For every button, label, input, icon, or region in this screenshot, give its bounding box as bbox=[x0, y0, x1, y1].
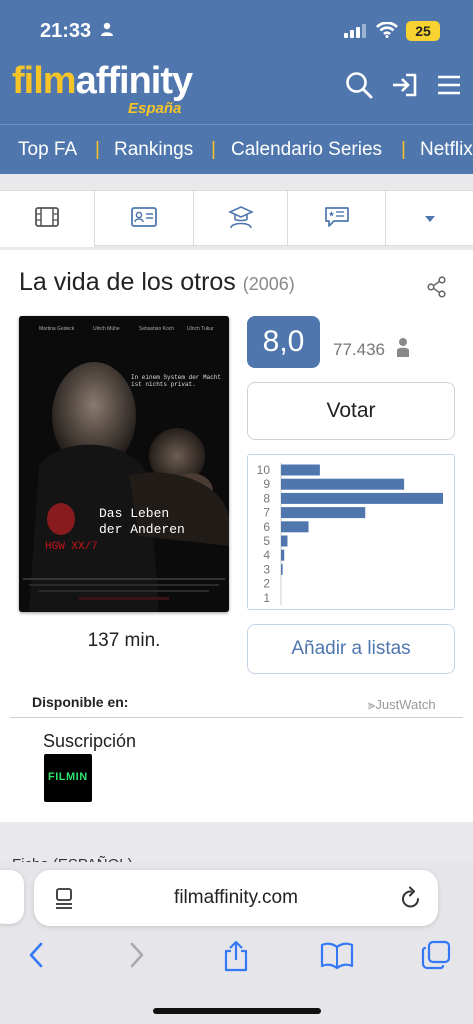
histogram-tick-label: 7 bbox=[263, 506, 270, 520]
histogram-tick-label: 5 bbox=[263, 534, 270, 548]
wifi-icon bbox=[376, 21, 398, 43]
filmaffinity-logo[interactable]: filmaffinity España bbox=[12, 60, 212, 124]
histogram-bar bbox=[281, 535, 288, 547]
nav-separator: | bbox=[95, 139, 100, 160]
movie-title-text: La vida de los otros bbox=[19, 268, 236, 296]
nav-netflix[interactable]: Netflix bbox=[420, 139, 473, 161]
histogram-bar bbox=[281, 464, 320, 476]
poster-name: Ulrich Mühe bbox=[93, 326, 120, 332]
logo-affinity: affinity bbox=[75, 60, 194, 102]
logo-region: España bbox=[128, 100, 182, 117]
movie-year: (2006) bbox=[242, 274, 295, 294]
status-bar: 21:33 25 bbox=[0, 0, 473, 62]
poster-title-line: der Anderen bbox=[99, 522, 185, 537]
reload-icon[interactable] bbox=[400, 886, 422, 915]
tab-film[interactable] bbox=[0, 191, 95, 247]
forward-icon bbox=[127, 940, 147, 975]
user-icon bbox=[396, 337, 410, 362]
signal-icon bbox=[344, 24, 368, 43]
histogram-tick-label: 3 bbox=[263, 562, 270, 576]
tab-critics[interactable] bbox=[194, 191, 288, 247]
tab-more[interactable] bbox=[386, 191, 473, 247]
histogram-bar bbox=[281, 521, 309, 533]
graduation-icon bbox=[227, 205, 254, 234]
poster-name: Sebastian Koch bbox=[139, 326, 175, 332]
tabs-icon[interactable] bbox=[421, 940, 451, 975]
histogram-tick-label: 10 bbox=[257, 463, 271, 477]
menu-icon[interactable] bbox=[436, 70, 468, 102]
film-icon bbox=[35, 206, 59, 232]
filmin-logo[interactable]: FILMIN bbox=[44, 754, 92, 802]
address-bar[interactable]: filmaffinity.com bbox=[34, 870, 438, 926]
poster-title: Das Leben der Anderen bbox=[99, 506, 185, 538]
histogram-tick-label: 8 bbox=[263, 491, 270, 505]
poster-title-line: Das Leben bbox=[99, 506, 170, 521]
histogram-chart: 10987654321 bbox=[257, 463, 443, 605]
tab-cast[interactable] bbox=[95, 191, 194, 247]
rating-score: 8,0 bbox=[247, 316, 320, 368]
movie-poster[interactable]: Martina Gedeck Ulrich Mühe Sebastian Koc… bbox=[19, 316, 229, 612]
justwatch-label: JustWatch bbox=[375, 697, 436, 712]
availability-label: Disponible en: bbox=[32, 694, 129, 710]
logo-film: film bbox=[12, 60, 77, 102]
histogram-tick-label: 4 bbox=[263, 548, 270, 562]
rating-histogram: 10 9 8 7 6 5 4 3 2 1 bbox=[247, 454, 455, 610]
top-nav: Top FA | Rankings | Calendario Series | … bbox=[0, 124, 473, 174]
movie-duration: 137 min. bbox=[87, 630, 161, 651]
login-icon[interactable] bbox=[390, 70, 422, 102]
subscription-label: Suscripción bbox=[43, 731, 137, 751]
poster-code: HGW XX/7 bbox=[45, 541, 98, 553]
review-icon bbox=[324, 206, 350, 233]
poster-tagline: In einem System der Macht ist nichts pri… bbox=[131, 374, 222, 388]
home-indicator bbox=[153, 1008, 321, 1014]
bookmarks-icon[interactable] bbox=[320, 940, 354, 975]
nav-separator: | bbox=[211, 139, 216, 160]
histogram-bar bbox=[281, 492, 443, 504]
dropdown-icon bbox=[424, 210, 436, 228]
status-time: 21:33 bbox=[40, 20, 92, 42]
id-card-icon bbox=[131, 206, 157, 232]
previous-tab-preview[interactable] bbox=[0, 870, 24, 924]
vote-count: 77.436 bbox=[333, 340, 385, 359]
justwatch-logo[interactable]: ⫸JustWatch bbox=[368, 697, 436, 713]
search-icon[interactable] bbox=[344, 70, 376, 102]
back-icon[interactable] bbox=[26, 940, 46, 975]
histogram-bar bbox=[281, 478, 405, 490]
histogram-bar bbox=[281, 507, 366, 519]
divider bbox=[10, 717, 463, 718]
section-tabs bbox=[0, 190, 473, 247]
poster-name: Ulrich Tukur bbox=[187, 326, 214, 332]
share-sheet-icon[interactable] bbox=[222, 940, 250, 977]
poster-artwork bbox=[19, 316, 229, 612]
nav-top-fa[interactable]: Top FA bbox=[18, 139, 77, 161]
movie-title: La vida de los otros (2006) bbox=[19, 268, 295, 297]
url-text: filmaffinity.com bbox=[174, 887, 298, 908]
filmin-label: FILMIN bbox=[48, 771, 88, 783]
histogram-tick-label: 2 bbox=[263, 577, 270, 591]
nav-calendario-series[interactable]: Calendario Series bbox=[231, 139, 382, 161]
vote-button[interactable]: Votar bbox=[247, 382, 455, 440]
histogram-bar bbox=[281, 549, 285, 561]
nav-separator: | bbox=[401, 139, 406, 160]
person-icon bbox=[100, 22, 114, 41]
share-icon[interactable] bbox=[426, 276, 448, 303]
histogram-tick-label: 6 bbox=[263, 520, 270, 534]
tab-reviews[interactable] bbox=[288, 191, 386, 247]
nav-rankings[interactable]: Rankings bbox=[114, 139, 193, 161]
histogram-bar bbox=[281, 563, 283, 575]
add-to-lists-button[interactable]: Añadir a listas bbox=[247, 624, 455, 674]
poster-name: Martina Gedeck bbox=[39, 326, 75, 332]
histogram-tick-label: 9 bbox=[263, 477, 270, 491]
battery-icon: 25 bbox=[406, 21, 440, 41]
histogram-tick-label: 1 bbox=[263, 591, 270, 605]
